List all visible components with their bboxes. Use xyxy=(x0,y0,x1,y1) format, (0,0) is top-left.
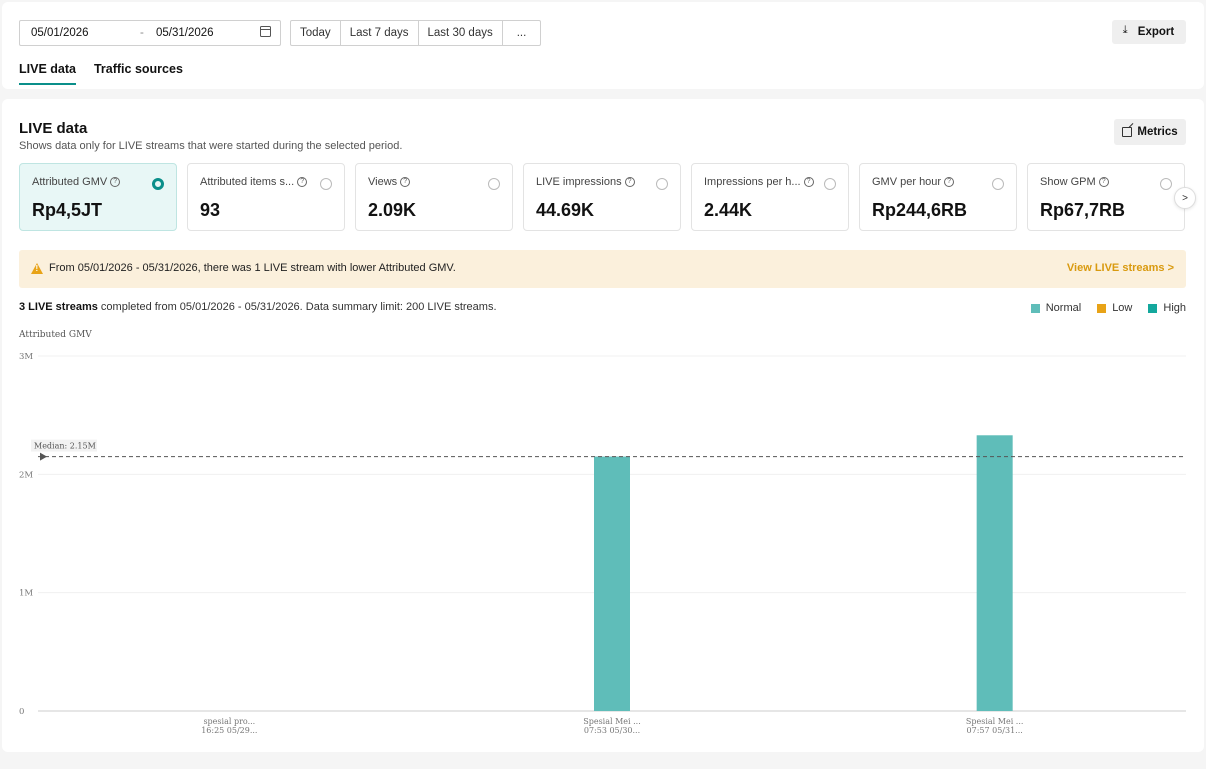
y-tick-label: 1M xyxy=(19,589,33,599)
metric-value: Rp67,7RB xyxy=(1040,200,1126,220)
metric-label: Views xyxy=(368,176,398,188)
range-today-button[interactable]: Today xyxy=(291,21,341,45)
metric-value: Rp4,5JT xyxy=(32,200,103,220)
metric-radio[interactable] xyxy=(992,178,1004,190)
summary-rest: completed from 05/01/2026 - 05/31/2026. … xyxy=(97,301,497,313)
metric-radio[interactable] xyxy=(152,178,164,190)
legend-label: Low xyxy=(1112,302,1133,314)
alert-banner: From 05/01/2026 - 05/31/2026, there was … xyxy=(19,250,1186,288)
metric-label: Show GPM xyxy=(1040,176,1096,188)
help-icon[interactable]: ? xyxy=(1098,177,1109,187)
chart-legend: Normal Low High xyxy=(1030,302,1186,314)
metric-value: Rp244,6RB xyxy=(872,200,968,220)
x-tick-label: 07:53 05/30... xyxy=(584,726,640,735)
metric-label: LIVE impressions xyxy=(536,176,622,188)
legend-swatch xyxy=(1097,303,1107,313)
help-icon[interactable]: ? xyxy=(110,177,121,187)
metric-value: 2.44K xyxy=(704,200,753,220)
legend-swatch xyxy=(1030,303,1040,313)
median-label: Median: 2.15M xyxy=(34,442,96,451)
legend-label: High xyxy=(1163,302,1186,314)
live-data-card: LIVE data Shows data only for LIVE strea… xyxy=(2,99,1204,752)
range-more-button[interactable]: ... xyxy=(503,21,541,45)
metric-value: 44.69K xyxy=(536,200,595,220)
metric-radio[interactable] xyxy=(824,178,836,190)
calendar-icon[interactable] xyxy=(260,26,271,37)
median-marker-icon xyxy=(40,452,47,461)
download-icon xyxy=(1123,24,1133,37)
metric-radio[interactable] xyxy=(488,178,500,190)
legend-item-normal[interactable]: Normal xyxy=(1030,302,1082,314)
metric-radio[interactable] xyxy=(1160,178,1172,190)
y-tick-label: 3M xyxy=(19,352,33,362)
metrics-label: Metrics xyxy=(1137,126,1178,138)
date-separator: - xyxy=(140,27,144,39)
metric-card-attributed-gmv[interactable]: Attributed GMV? Rp4,5JT xyxy=(19,163,177,231)
export-button[interactable]: Export xyxy=(1112,20,1186,44)
metric-card-gmv-per-hour[interactable]: GMV per hour? Rp244,6RB xyxy=(859,163,1017,231)
metric-card-views[interactable]: Views? 2.09K xyxy=(355,163,513,231)
legend-item-low[interactable]: Low xyxy=(1097,302,1132,314)
section-title: LIVE data xyxy=(19,120,88,137)
filter-card: 05/01/2026 - 05/31/2026 Today Last 7 day… xyxy=(2,2,1204,89)
metric-card-live-impressions[interactable]: LIVE impressions? 44.69K xyxy=(523,163,681,231)
y-tick-label: 0 xyxy=(19,707,24,717)
quick-range-group: Today Last 7 days Last 30 days ... xyxy=(290,20,542,46)
metric-value: 93 xyxy=(200,200,221,220)
x-tick-label: Spesial Mei ... xyxy=(966,717,1024,726)
metric-radio[interactable] xyxy=(320,178,332,190)
metric-label: Impressions per h... xyxy=(704,176,801,188)
help-icon[interactable]: ? xyxy=(400,177,411,187)
metric-label: Attributed items s... xyxy=(200,176,295,188)
y-tick-label: 2M xyxy=(19,470,33,480)
tab-live-data[interactable]: LIVE data xyxy=(19,62,76,85)
x-tick-label: 07:57 05/31... xyxy=(967,726,1023,735)
summary-count: 3 LIVE streams xyxy=(19,301,98,313)
edit-icon xyxy=(1122,127,1133,137)
chart-bar xyxy=(976,435,1013,711)
metric-card-show-gpm[interactable]: Show GPM? Rp67,7RB xyxy=(1027,163,1185,231)
metric-card-attributed-items[interactable]: Attributed items s...? 93 xyxy=(187,163,345,231)
section-subtitle: Shows data only for LIVE streams that we… xyxy=(19,140,403,152)
x-tick-label: 16:25 05/29... xyxy=(201,726,257,735)
range-7-days-button[interactable]: Last 7 days xyxy=(341,21,419,45)
metric-cards: Attributed GMV? Rp4,5JT Attributed items… xyxy=(19,163,1185,231)
tab-traffic-sources[interactable]: Traffic sources xyxy=(94,62,183,85)
legend-item-high[interactable]: High xyxy=(1148,302,1186,314)
help-icon[interactable]: ? xyxy=(624,177,635,187)
x-tick-label: spesial pro... xyxy=(203,717,255,726)
metric-card-impressions-per-hour[interactable]: Impressions per h...? 2.44K xyxy=(691,163,849,231)
gmv-bar-chart: Attributed GMV 0 1M 2M 3M spesial pro...16:25… xyxy=(18,330,1186,735)
warning-icon xyxy=(31,263,43,274)
start-date[interactable]: 05/01/2026 xyxy=(31,27,89,39)
metric-label: Attributed GMV xyxy=(32,176,108,188)
export-label: Export xyxy=(1137,26,1175,38)
legend-label: Normal xyxy=(1045,302,1082,314)
summary-text: 3 LIVE streams completed from 05/01/2026… xyxy=(19,301,497,313)
legend-swatch xyxy=(1148,303,1158,313)
metrics-button[interactable]: Metrics xyxy=(1114,119,1186,145)
metric-value: 2.09K xyxy=(368,200,417,220)
y-axis-title: Attributed GMV xyxy=(18,330,92,340)
help-icon[interactable]: ? xyxy=(297,177,308,187)
x-tick-label: Spesial Mei ... xyxy=(583,717,641,726)
chevron-right-icon[interactable]: > xyxy=(1174,187,1196,209)
view-live-streams-link[interactable]: View LIVE streams > xyxy=(1067,262,1174,274)
metric-label: GMV per hour xyxy=(872,176,942,188)
tab-bar: LIVE data Traffic sources xyxy=(19,62,183,85)
help-icon[interactable]: ? xyxy=(944,177,955,187)
help-icon[interactable]: ? xyxy=(803,177,814,187)
chart-bar xyxy=(594,456,630,711)
date-range-picker[interactable]: 05/01/2026 - 05/31/2026 xyxy=(19,20,281,46)
alert-text: From 05/01/2026 - 05/31/2026, there was … xyxy=(49,262,456,274)
metric-radio[interactable] xyxy=(656,178,668,190)
end-date[interactable]: 05/31/2026 xyxy=(156,27,214,39)
range-30-days-button[interactable]: Last 30 days xyxy=(419,21,503,45)
